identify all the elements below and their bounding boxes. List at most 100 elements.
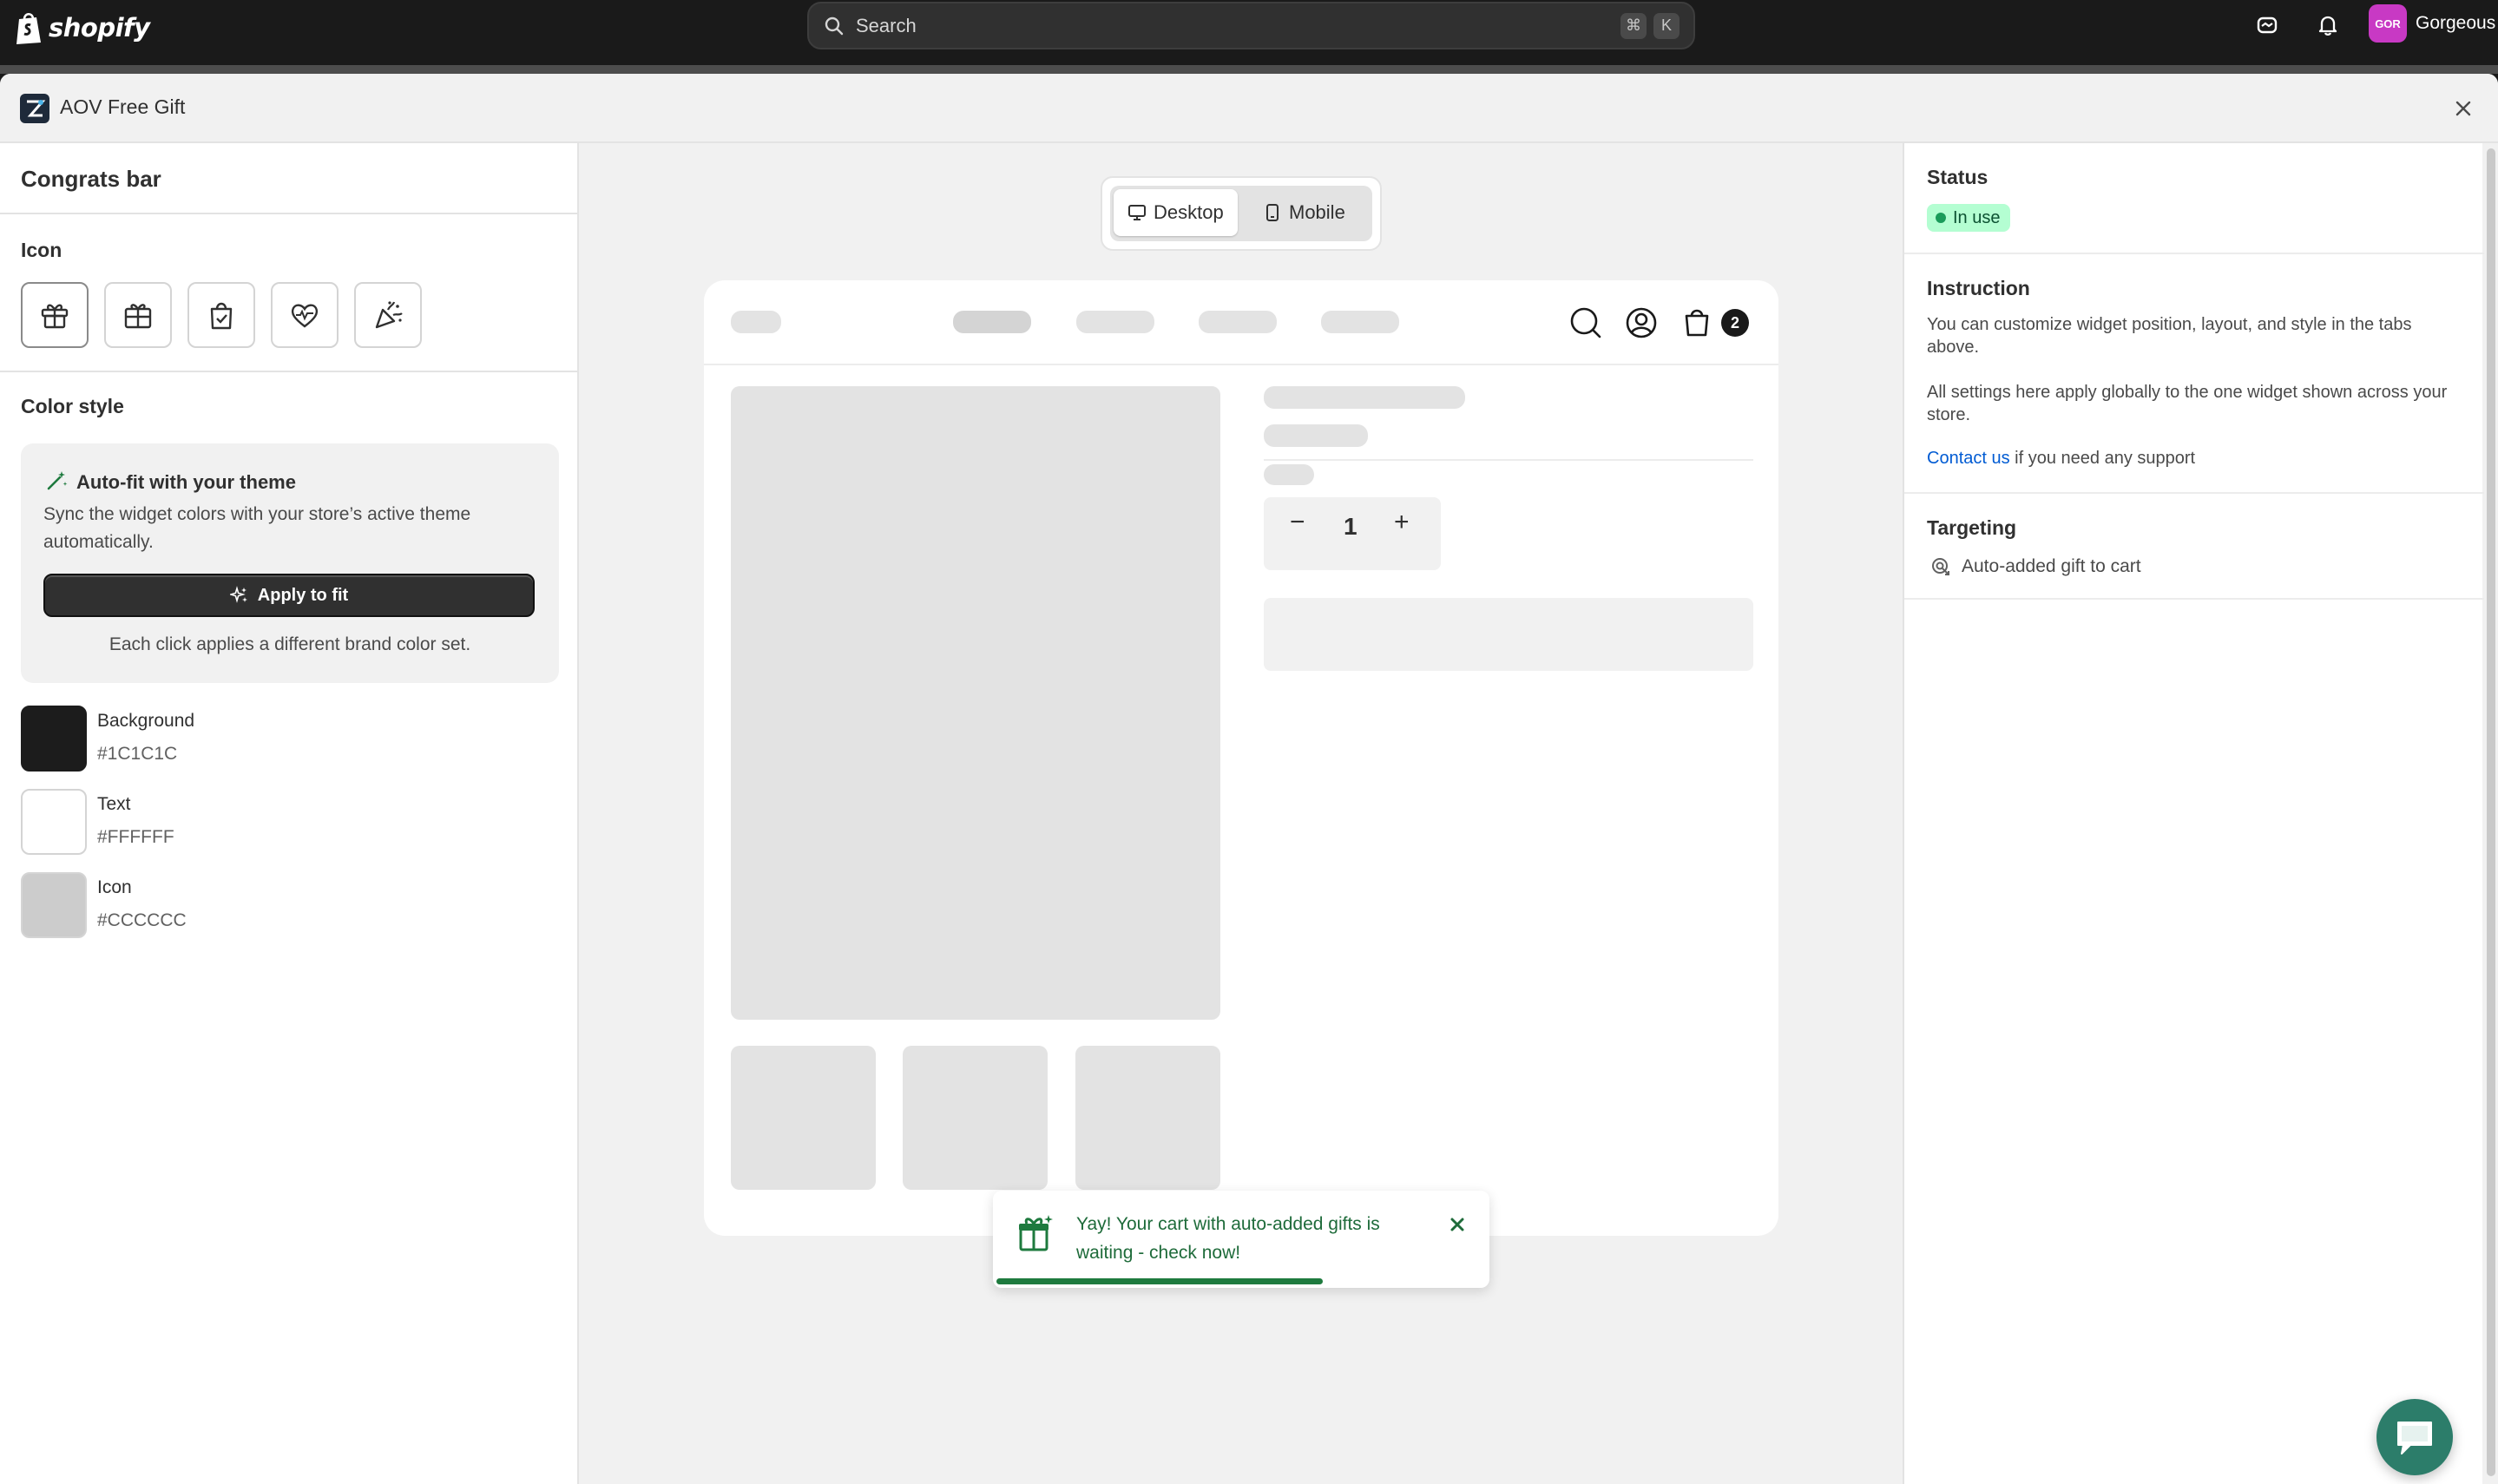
color-hex: #CCCCCC [97,910,187,930]
scrollbar-thumb[interactable] [2487,148,2495,1476]
k-key: K [1653,12,1680,39]
skeleton-nav-item [1199,311,1277,333]
desktop-label: Desktop [1154,201,1224,223]
skeleton-thumbnail [731,1046,876,1190]
chat-icon [2397,1422,2432,1454]
cart-count-badge: 2 [1721,309,1749,337]
minus-icon[interactable]: − [1290,508,1305,537]
shopify-bag-icon [16,13,41,44]
shortcut-hint: ⌘ K [1620,12,1680,39]
panel-title: Congrats bar [21,166,161,192]
sidekick-icon[interactable] [2252,10,2282,40]
heart-gift-icon [291,304,319,328]
close-modal-button[interactable] [2448,93,2479,124]
divider [1904,492,2484,494]
user-menu[interactable]: GOR Gorgeous [2369,4,2495,43]
divider [1904,253,2484,254]
skeleton-product-subtitle [1264,424,1368,447]
skeleton-nav-item [1321,311,1399,333]
modal-header: AOV Free Gift [0,74,2498,143]
skeleton-nav-item [1076,311,1154,333]
apply-to-fit-button[interactable]: Apply to fit [43,574,535,617]
scrollbar[interactable] [2484,143,2498,1484]
shopify-logo[interactable]: shopify [14,10,150,45]
shopping-bag-check-icon [210,302,233,330]
background-color-swatch[interactable] [21,706,87,772]
contact-us-link[interactable]: Contact us [1927,449,2010,468]
command-key: ⌘ [1620,12,1647,39]
desktop-icon [1128,205,1146,220]
color-label: Background [97,711,195,731]
sidekick-glyph [2257,16,2278,34]
apply-to-fit-label: Apply to fit [257,585,349,605]
gift-box-icon [124,304,152,329]
app-logo-icon [20,94,49,123]
brand-name: shopify [49,13,150,43]
status-badge: In use [1927,204,2011,232]
icon-option-gift[interactable] [21,282,89,348]
icon-color-swatch[interactable] [21,872,87,938]
icon-option-gift-box[interactable] [104,282,172,348]
magic-wand-icon [47,471,68,490]
quantity-value: 1 [1344,513,1357,540]
store-preview: 2 − 1 + [704,280,1778,1236]
icon-option-shopping-bag[interactable] [187,282,255,348]
info-panel: Status In use Instruction You can custom… [1903,143,2484,1484]
bell-glyph [2318,16,2337,36]
modal-title: AOV Free Gift [60,95,186,118]
store-name: Gorgeous [2416,13,2496,33]
autofit-title: Auto-fit with your theme [76,471,296,493]
sparkle-icon [229,586,247,603]
color-hex: #FFFFFF [97,827,174,847]
text-color-swatch[interactable] [21,789,87,855]
top-bar: shopify Search ⌘ K GOR Gorgeous [0,0,2498,65]
divider [0,213,579,214]
plus-icon[interactable]: + [1394,508,1410,537]
close-icon[interactable] [1448,1215,1467,1234]
skeleton-product-title [1264,386,1465,409]
color-style-label: Color style [21,395,124,417]
gift-icon [41,304,69,329]
targeting-title: Targeting [1927,516,2017,539]
app-modal: AOV Free Gift Congrats bar Icon Color st… [0,74,2498,1484]
targeting-item-label: Auto-added gift to cart [1962,556,2141,576]
icon-option-party[interactable] [354,282,422,348]
icon-section-label: Icon [21,239,62,261]
skeleton-add-to-cart-button [1264,598,1753,671]
skeleton-logo [731,311,781,333]
header-divider [704,364,1778,365]
account-icon [1626,307,1657,338]
settings-panel: Congrats bar Icon Color style Auto-fit w… [0,143,579,1484]
gift-icon [1019,1215,1053,1251]
target-icon [1932,558,1949,575]
mobile-icon [1266,204,1279,221]
avatar: GOR [2369,4,2407,43]
search-bar[interactable]: Search ⌘ K [807,2,1695,49]
modal-backdrop-strip [0,65,2498,74]
color-hex: #1C1C1C [97,744,178,764]
cart-icon [1685,309,1709,337]
autofit-note: Each click applies a different brand col… [108,634,471,654]
instruction-title: Instruction [1927,277,2030,299]
skeleton-nav-item [953,311,1031,333]
notification-bell-icon[interactable] [2313,10,2343,40]
skeleton-product-image [731,386,1220,1020]
instruction-paragraph-1: You can customize widget position, layou… [1927,315,2412,357]
quantity-stepper: − 1 + [1264,497,1441,570]
icon-option-heart[interactable] [271,282,339,348]
search-icon [1570,307,1601,338]
divider [1904,598,2484,600]
toast-progress-bar [996,1278,1323,1284]
targeting-item: Auto-added gift to cart [1930,556,2141,577]
desktop-view-button[interactable]: Desktop [1114,189,1238,236]
skeleton-thumbnail [903,1046,1048,1190]
toast-message: Yay! Your cart with auto-added gifts is … [1076,1214,1380,1263]
party-popper-icon [375,301,403,329]
status-title: Status [1927,166,1989,188]
mobile-view-button[interactable]: Mobile [1249,189,1359,236]
view-toggle: Desktop Mobile [1101,176,1382,251]
color-label: Text [97,794,131,814]
chat-button[interactable] [2376,1399,2453,1475]
search-placeholder: Search [856,14,917,36]
support-line: Contact us if you need any support [1927,447,2456,469]
